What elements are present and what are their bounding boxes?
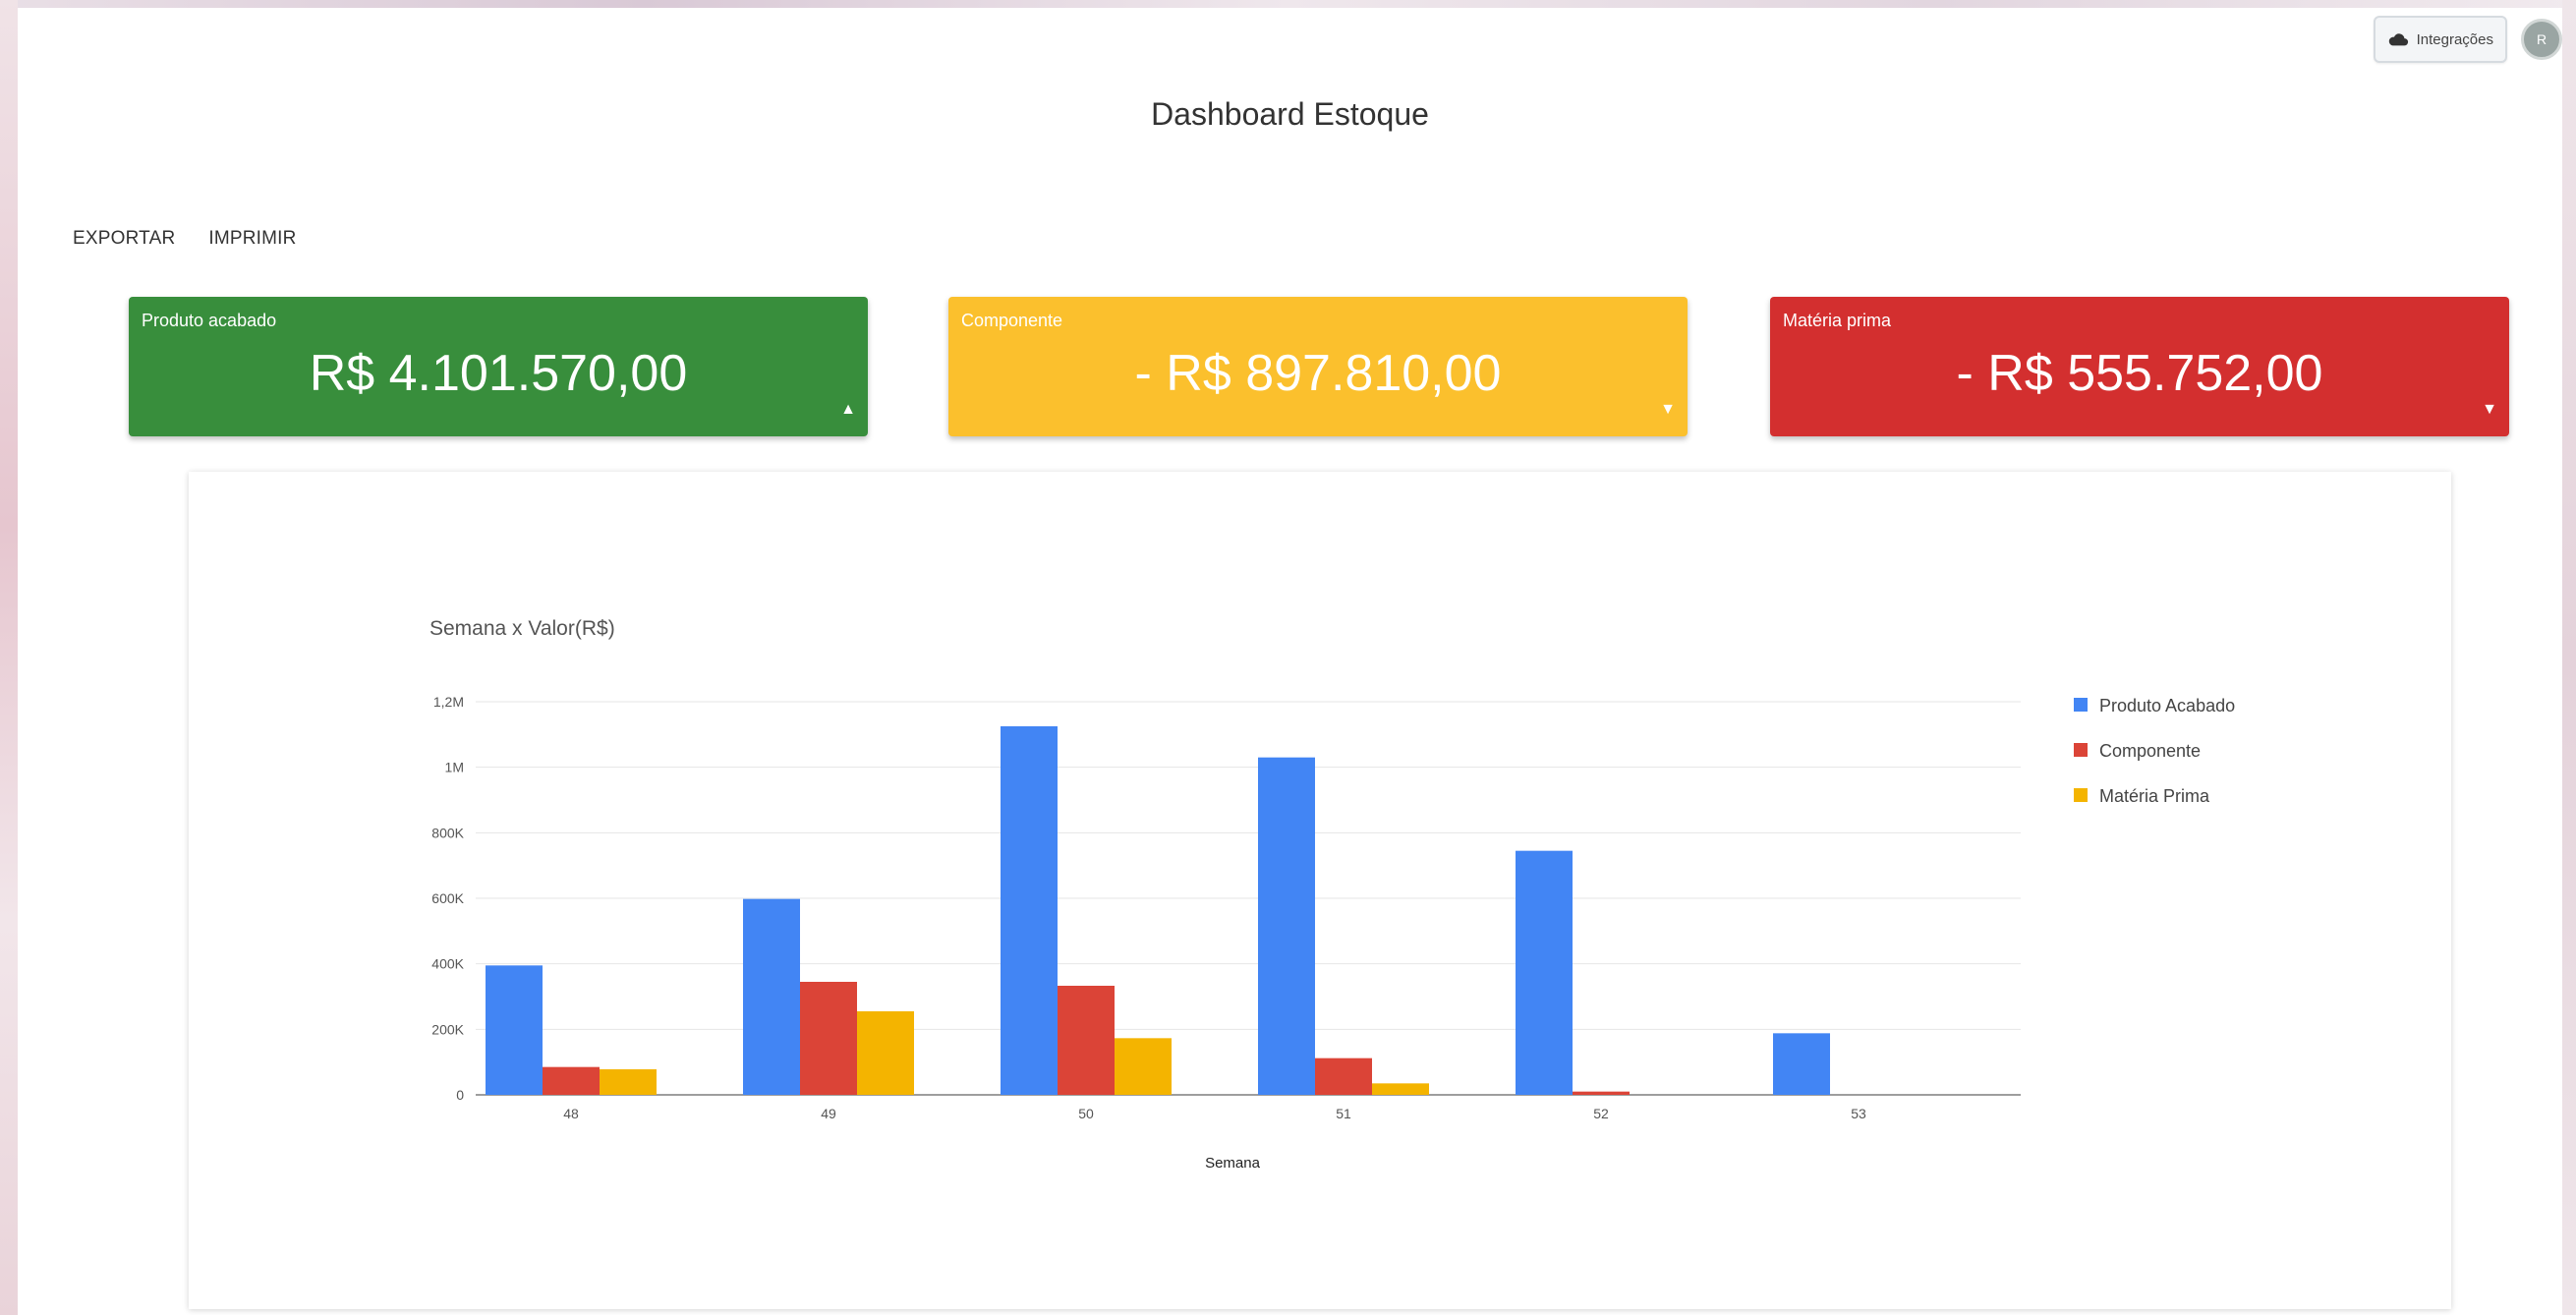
- x-tick-label: 52: [1593, 1106, 1609, 1121]
- action-links: EXPORTAR IMPRIMIR: [73, 228, 297, 250]
- bar[interactable]: [1573, 1091, 1630, 1095]
- bar[interactable]: [1058, 986, 1115, 1095]
- avatar[interactable]: R: [2521, 19, 2562, 60]
- y-tick-label: 200K: [431, 1021, 464, 1037]
- legend-label[interactable]: Componente: [2099, 741, 2201, 761]
- bar[interactable]: [1516, 850, 1573, 1095]
- legend-swatch: [2074, 698, 2088, 712]
- legend-swatch: [2074, 743, 2088, 757]
- background-left-edge: [0, 0, 18, 1315]
- dashboard-page: Integrações R Dashboard Estoque EXPORTAR…: [18, 8, 2562, 1315]
- bar[interactable]: [1773, 1033, 1830, 1095]
- bar[interactable]: [486, 965, 543, 1095]
- bar[interactable]: [857, 1011, 914, 1095]
- card-produto-acabado: Produto acabado R$ 4.101.570,00 ▲: [129, 297, 868, 436]
- integrations-label: Integrações: [2416, 30, 2493, 48]
- bar[interactable]: [1315, 1058, 1372, 1095]
- card-label: Produto acabado: [142, 311, 277, 330]
- trend-down-icon: ▼: [1660, 401, 1676, 418]
- card-componente: Componente - R$ 897.810,00 ▼: [948, 297, 1688, 436]
- bar[interactable]: [1001, 726, 1058, 1095]
- export-link[interactable]: EXPORTAR: [73, 228, 175, 250]
- background-right-edge: [2562, 0, 2576, 1315]
- x-tick-label: 50: [1078, 1106, 1094, 1121]
- bar[interactable]: [743, 898, 800, 1095]
- chart-panel: Semana x Valor(R$) 0 200K 400K 600K 800K 1M 1,…: [189, 472, 2451, 1309]
- trend-down-icon: ▼: [2482, 401, 2497, 418]
- card-label: Componente: [961, 311, 1063, 330]
- trend-up-icon: ▲: [840, 401, 856, 418]
- legend-label[interactable]: Matéria Prima: [2099, 786, 2210, 806]
- legend-label[interactable]: Produto Acabado: [2099, 696, 2235, 715]
- y-tick-label: 400K: [431, 956, 464, 972]
- bar[interactable]: [1115, 1038, 1172, 1095]
- integrations-button[interactable]: Integrações: [2373, 16, 2507, 63]
- y-tick-label: 1,2M: [433, 694, 464, 710]
- y-tick-label: 600K: [431, 890, 464, 906]
- card-value: - R$ 555.752,00: [1956, 345, 2323, 402]
- card-label: Matéria prima: [1783, 311, 1892, 330]
- x-tick-label: 49: [821, 1106, 836, 1121]
- avatar-text: R: [2536, 31, 2547, 47]
- y-tick-label: 800K: [431, 825, 464, 840]
- background-top-band: [0, 0, 2576, 8]
- x-tick-label: 48: [563, 1106, 579, 1121]
- card-value: - R$ 897.810,00: [1134, 345, 1502, 402]
- x-tick-label: 53: [1851, 1106, 1866, 1121]
- bar[interactable]: [543, 1066, 600, 1095]
- bar[interactable]: [600, 1069, 657, 1095]
- bar-chart: Semana x Valor(R$) 0 200K 400K 600K 800K 1M 1,…: [429, 617, 2235, 1172]
- bar[interactable]: [1372, 1083, 1429, 1095]
- y-tick-label: 1M: [445, 760, 464, 775]
- bar[interactable]: [800, 982, 857, 1095]
- y-tick-label: 0: [456, 1087, 464, 1103]
- chart-title: Semana x Valor(R$): [429, 617, 615, 640]
- x-axis-label: Semana: [1205, 1155, 1261, 1172]
- cloud-icon: [2388, 33, 2408, 46]
- bar[interactable]: [1258, 757, 1315, 1095]
- print-link[interactable]: IMPRIMIR: [208, 228, 296, 250]
- card-materia-prima: Matéria prima - R$ 555.752,00 ▼: [1770, 297, 2509, 436]
- top-actions: Integrações R: [2373, 16, 2562, 63]
- card-value: R$ 4.101.570,00: [309, 345, 688, 402]
- page-title: Dashboard Estoque: [1151, 96, 1429, 132]
- x-tick-label: 51: [1336, 1106, 1351, 1121]
- legend-swatch: [2074, 788, 2088, 802]
